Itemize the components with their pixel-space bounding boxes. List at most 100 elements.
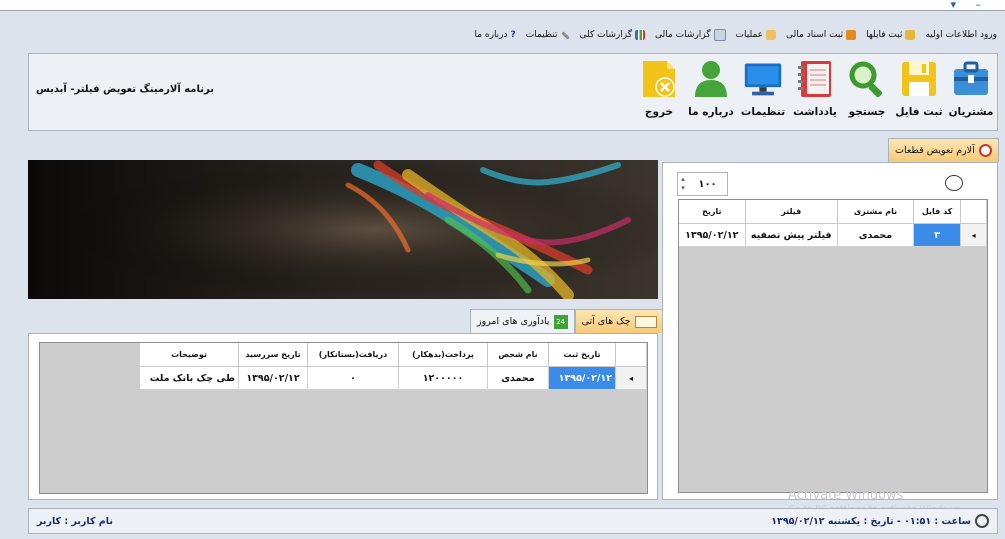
menu-financial-reports[interactable]: گزارشات مالی <box>655 29 726 41</box>
column-header[interactable]: کد فایل <box>913 200 962 224</box>
column-header[interactable]: دریافت(بستانکار) <box>307 343 399 367</box>
table-row[interactable]: ◂ ۳ محمدی فیلتر پیش تصفیه ۱۳۹۵/۰۲/۱۲ <box>679 223 987 247</box>
tab-label: چک های آتی <box>581 316 631 327</box>
column-header[interactable]: تاریخ ثبت <box>548 343 616 367</box>
settings-label: تنظیمات <box>740 106 786 118</box>
row-pointer[interactable]: ◂ <box>615 366 647 390</box>
alarm-grid: کد فایل نام مشتری فیلتر تاریخ ◂ ۳ محمدی … <box>678 199 988 493</box>
menu-label: تنظیمات <box>525 30 558 40</box>
cell-date[interactable]: ۱۳۹۵/۰۲/۱۲ <box>679 223 746 247</box>
grid-header: کد فایل نام مشتری فیلتر تاریخ <box>679 200 987 224</box>
cheques-panel: تاریخ ثبت نام شخص پرداخت(بدهکار) دریافت(… <box>28 333 658 500</box>
customers-button[interactable]: مشتریان <box>949 58 993 126</box>
search-icon <box>847 58 887 100</box>
calendar-icon: 24 <box>553 314 568 329</box>
about-button[interactable]: درباره ما <box>688 58 734 126</box>
register-file-label: ثبت فایل <box>895 106 943 118</box>
menu-general-reports[interactable]: گزارشات کلی <box>579 30 646 40</box>
customers-label: مشتریان <box>948 106 994 118</box>
cell-customer-name[interactable]: محمدی <box>837 223 915 247</box>
briefcase-icon <box>951 58 991 100</box>
monitor-icon <box>743 58 783 100</box>
cell-due-date[interactable]: ۱۳۹۵/۰۲/۱۲ <box>238 366 308 390</box>
title-strip <box>0 0 1005 11</box>
menu-register-files[interactable]: ثبت فایلها <box>866 30 916 40</box>
status-datetime: ساعت : ۰۱:۵۱ - تاریخ : یکشنبه ۱۳۹۵/۰۲/۱۲ <box>771 515 971 527</box>
row-header-corner <box>615 343 647 367</box>
menu-initial-data[interactable]: ورود اطلاعات اولیه <box>925 30 997 40</box>
user-icon <box>691 58 731 100</box>
tools-icon <box>560 30 570 40</box>
cell-payment[interactable]: ۱۲۰۰۰۰۰ <box>398 366 488 390</box>
activation-watermark: Activate Windows <box>788 488 904 503</box>
clock-icon <box>975 514 989 528</box>
about-label: درباره ما <box>688 106 734 118</box>
column-header[interactable]: پرداخت(بدهکار) <box>398 343 488 367</box>
search-button[interactable]: جستجو <box>845 58 889 126</box>
menu-label: عملیات <box>735 30 764 40</box>
cell-person-name[interactable]: محمدی <box>487 366 549 390</box>
column-header[interactable]: نام شخص <box>487 343 549 367</box>
column-header[interactable]: فیلتر <box>745 200 838 224</box>
tab-label: آلارم تعویض قطعات <box>895 145 975 156</box>
cell-register-date[interactable]: ۱۳۹۵/۰۲/۱۲ <box>548 366 616 390</box>
cell-receipt[interactable]: ۰ <box>307 366 399 390</box>
column-header[interactable]: تاریخ <box>679 200 746 224</box>
row-pointer[interactable]: ◂ <box>960 223 987 247</box>
tab-parts-alarm[interactable]: آلارم تعویض قطعات <box>888 138 999 162</box>
exit-icon <box>639 58 679 100</box>
search-label: جستجو <box>848 106 886 118</box>
column-header[interactable]: تاریخ سررسید <box>238 343 308 367</box>
notebook-icon <box>795 58 835 100</box>
hand-icon <box>766 30 777 40</box>
menu-bar: ورود اطلاعات اولیه ثبت فایلها ثبت اسناد … <box>0 24 1005 46</box>
menu-operations[interactable]: عملیات <box>735 30 777 40</box>
menu-label: گزارشات مالی <box>655 30 711 40</box>
house-icon <box>846 30 857 40</box>
cheques-grid: تاریخ ثبت نام شخص پرداخت(بدهکار) دریافت(… <box>39 342 648 494</box>
tab-today-reminders[interactable]: 24 یادآوری های امروز <box>470 309 575 333</box>
status-bar: ساعت : ۰۱:۵۱ - تاریخ : یکشنبه ۱۳۹۵/۰۲/۱۲… <box>28 508 998 534</box>
menu-label: گزارشات کلی <box>579 30 633 40</box>
cell-filter[interactable]: فیلتر پیش تصفیه <box>745 223 838 247</box>
lower-tabs: چک های آتی 24 یادآوری های امروز <box>470 309 664 333</box>
notes-label: یادداشت <box>793 106 837 118</box>
menu-label: درباره ما <box>474 30 508 40</box>
settings-button[interactable]: تنظیمات <box>741 58 785 126</box>
tab-label: یادآوری های امروز <box>477 316 550 327</box>
menu-financial-docs[interactable]: ثبت اسناد مالی <box>786 30 857 40</box>
help-icon: ? <box>510 30 516 40</box>
cell-file-code[interactable]: ۳ <box>913 223 962 247</box>
exit-label: خروج <box>644 106 674 118</box>
row-header-corner <box>960 200 987 224</box>
menu-label: ورود اطلاعات اولیه <box>925 30 997 40</box>
banner-image <box>28 160 658 299</box>
count-spinner[interactable]: ▴ ▾ ۱۰۰ <box>677 172 728 196</box>
register-file-button[interactable]: ثبت فایل <box>895 58 943 126</box>
notes-button[interactable]: یادداشت <box>793 58 837 126</box>
exit-button[interactable]: خروج <box>637 58 681 126</box>
spinner-arrows[interactable]: ▴ ▾ <box>678 175 688 193</box>
menu-about[interactable]: ? درباره ما <box>474 30 515 40</box>
spinner-value[interactable]: ۱۰۰ <box>688 179 727 190</box>
column-header[interactable]: نام مشتری <box>837 200 915 224</box>
refresh-icon[interactable] <box>945 175 963 191</box>
menu-label: ثبت فایلها <box>866 30 903 40</box>
tab-upcoming-cheques[interactable]: چک های آتی <box>574 309 664 333</box>
chart-icon <box>635 30 646 40</box>
window-controls[interactable]: ▾ – <box>950 0 989 11</box>
alarm-panel: ▴ ▾ ۱۰۰ کد فایل نام مشتری فیلتر تاریخ ◂ ۳… <box>662 162 998 500</box>
doc-icon <box>713 29 726 41</box>
status-user: نام کاربر : کاربر <box>37 516 113 527</box>
table-row[interactable]: ◂ ۱۳۹۵/۰۲/۱۲ محمدی ۱۲۰۰۰۰۰ ۰ ۱۳۹۵/۰۲/۱۲ … <box>140 366 647 390</box>
cheque-icon <box>634 315 657 328</box>
clock-icon <box>978 144 992 157</box>
menu-settings[interactable]: تنظیمات <box>526 30 570 40</box>
ribbon-buttons: مشتریان ثبت فایل جستجو یادداشت تنظیمات د… <box>637 58 993 126</box>
folder-icon <box>905 30 916 40</box>
cell-description[interactable]: طی چک بانک ملت <box>140 366 239 390</box>
grid-header: تاریخ ثبت نام شخص پرداخت(بدهکار) دریافت(… <box>140 343 647 367</box>
column-header[interactable]: توضیحات <box>140 343 239 367</box>
menu-label: ثبت اسناد مالی <box>786 30 844 40</box>
status-datetime-group: ساعت : ۰۱:۵۱ - تاریخ : یکشنبه ۱۳۹۵/۰۲/۱۲ <box>771 514 989 528</box>
